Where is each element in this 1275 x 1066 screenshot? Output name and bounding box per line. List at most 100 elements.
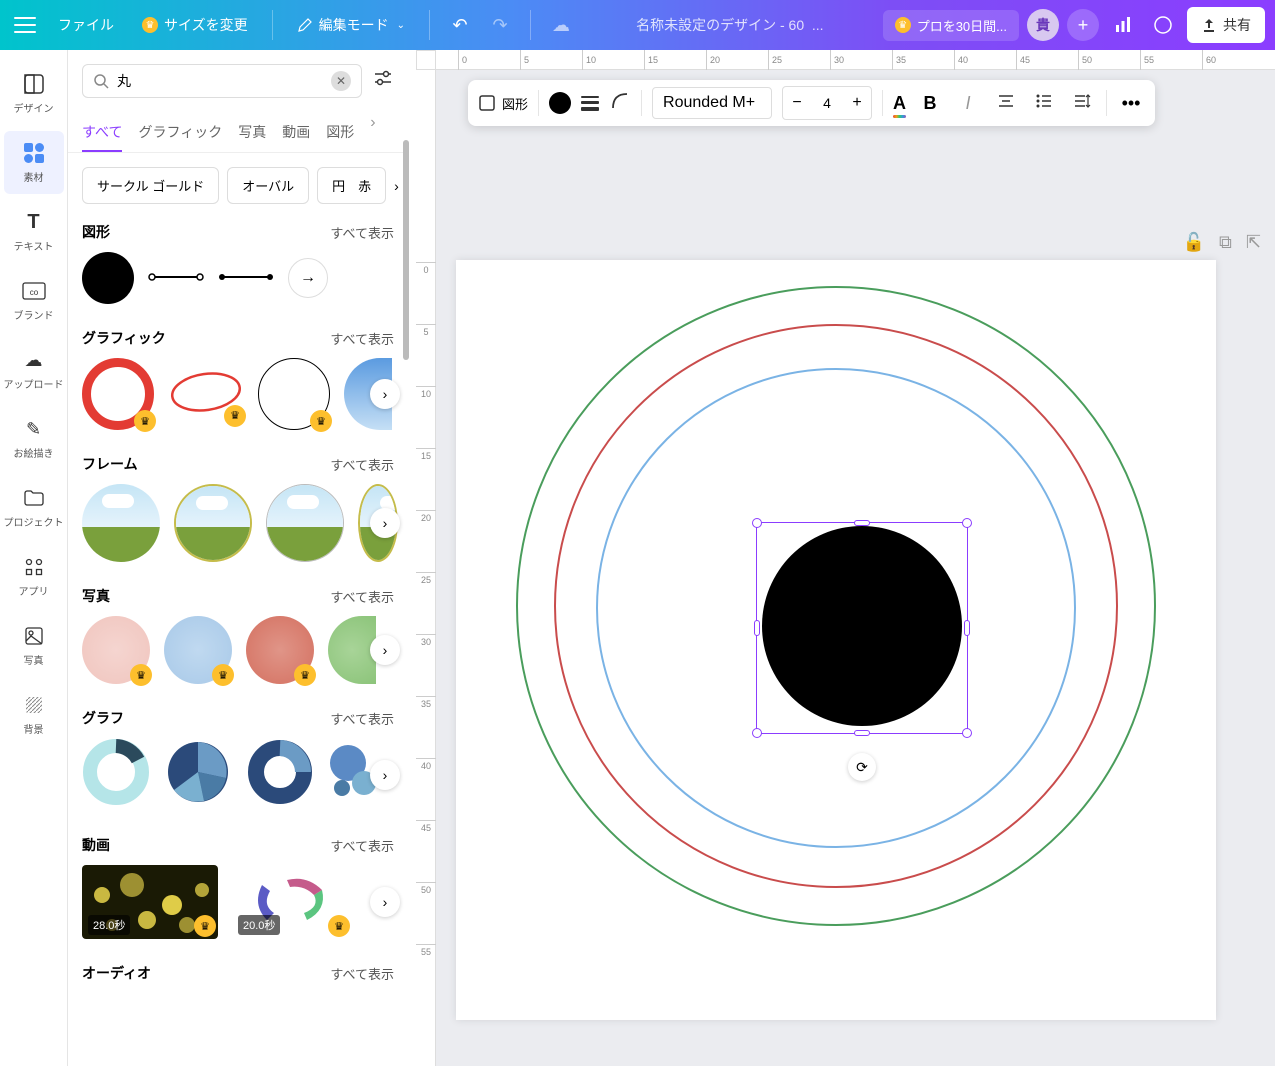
share-button[interactable]: 共有 <box>1187 7 1265 43</box>
lock-icon[interactable]: 🔓 <box>1183 232 1205 253</box>
frame-1[interactable] <box>82 484 160 562</box>
stroke-style-button[interactable] <box>581 96 599 111</box>
clear-button[interactable]: ✕ <box>331 71 351 91</box>
size-plus-button[interactable]: + <box>843 87 871 119</box>
frames-next-icon[interactable]: › <box>370 508 400 538</box>
rail-draw[interactable]: ✎お絵描き <box>4 407 64 470</box>
graphic-red-oval[interactable]: ♛ <box>168 364 244 425</box>
handle-sw[interactable] <box>752 728 762 738</box>
text-color-button[interactable]: A <box>893 93 906 114</box>
video-1[interactable]: 28.0秒 ♛ <box>82 865 218 939</box>
chip-red-circle[interactable]: 円 赤 <box>317 167 386 204</box>
rotate-button[interactable]: ⟳ <box>848 753 876 781</box>
shapes-next-button[interactable]: → <box>288 258 328 298</box>
avatar[interactable]: 貴 <box>1027 9 1059 41</box>
see-all-shapes[interactable]: すべて表示 <box>330 223 394 242</box>
tab-all[interactable]: すべて <box>82 114 122 152</box>
rail-bg[interactable]: 背景 <box>4 683 64 746</box>
photo-green[interactable] <box>328 616 376 684</box>
search-input[interactable] <box>117 73 323 89</box>
tab-photos[interactable]: 写真 <box>238 114 266 152</box>
photos-next-icon[interactable]: › <box>370 635 400 665</box>
pro-trial-button[interactable]: ♛プロを30日間... <box>883 10 1019 41</box>
tabs-next-icon[interactable]: › <box>370 114 375 152</box>
size-value[interactable]: 4 <box>811 95 843 111</box>
file-menu[interactable]: ファイル <box>48 11 124 39</box>
duplicate-icon[interactable]: ⧉ <box>1219 232 1232 253</box>
graph-donut-2[interactable] <box>246 738 314 811</box>
align-button[interactable] <box>992 92 1020 115</box>
shape-type-button[interactable]: 図形 <box>478 94 528 113</box>
graphic-black-outline[interactable]: ♛ <box>258 358 330 430</box>
graph-bubbles[interactable] <box>328 738 376 811</box>
chip-circle-gold[interactable]: サークル ゴールド <box>82 167 219 204</box>
document-title[interactable]: 名称未設定のデザイン - 60 ... <box>585 15 875 35</box>
tab-shapes[interactable]: 図形 <box>326 114 354 152</box>
see-all-graphs[interactable]: すべて表示 <box>330 709 394 728</box>
undo-button[interactable]: ↶ <box>444 9 476 41</box>
bold-button[interactable]: B <box>916 93 944 114</box>
see-all-audio[interactable]: すべて表示 <box>330 964 394 983</box>
rail-design[interactable]: デザイン <box>4 62 64 125</box>
handle-e[interactable] <box>964 620 970 636</box>
graphic-red-ring[interactable]: ♛ <box>82 358 154 430</box>
see-all-videos[interactable]: すべて表示 <box>330 836 394 855</box>
shape-line-1[interactable] <box>148 269 204 287</box>
videos-next-icon[interactable]: › <box>370 887 400 917</box>
edit-mode-menu[interactable]: 編集モード⌄ <box>287 11 415 39</box>
rail-upload[interactable]: ☁アップロード <box>4 338 64 401</box>
export-icon[interactable]: ⇱ <box>1246 232 1261 253</box>
settings-icon[interactable] <box>372 67 394 95</box>
video-2[interactable]: 20.0秒 ♛ <box>232 865 352 939</box>
search-box[interactable]: ✕ <box>82 64 362 98</box>
graph-pie-1[interactable] <box>164 738 232 811</box>
selection-box[interactable]: ⟳ <box>756 522 968 734</box>
handle-se[interactable] <box>962 728 972 738</box>
rail-text[interactable]: Tテキスト <box>4 200 64 263</box>
photo-red[interactable]: ♛ <box>246 616 314 684</box>
shape-circle[interactable] <box>82 252 134 304</box>
canvas-page[interactable]: ⟳ <box>456 260 1216 1020</box>
photo-pink[interactable]: ♛ <box>82 616 150 684</box>
list-button[interactable] <box>1030 92 1058 115</box>
panel-body[interactable]: サークル ゴールド オーバル 円 赤 › 図形すべて表示 → グラフィックすべて… <box>68 153 408 1066</box>
handle-nw[interactable] <box>752 518 762 528</box>
spacing-button[interactable] <box>1068 92 1096 115</box>
graphics-next-icon[interactable]: › <box>370 379 400 409</box>
rail-projects[interactable]: プロジェクト <box>4 476 64 539</box>
size-minus-button[interactable]: − <box>783 87 811 119</box>
rail-elements[interactable]: 素材 <box>4 131 64 194</box>
handle-ne[interactable] <box>962 518 972 528</box>
redo-button[interactable]: ↷ <box>484 9 516 41</box>
chips-next-icon[interactable]: › <box>394 172 399 200</box>
analytics-icon[interactable] <box>1107 9 1139 41</box>
shape-line-2[interactable] <box>218 269 274 287</box>
rail-brand[interactable]: coブランド <box>4 269 64 332</box>
more-button[interactable]: ••• <box>1117 93 1145 114</box>
handle-n[interactable] <box>854 520 870 526</box>
panel-resizer[interactable] <box>408 50 416 1066</box>
graphs-next-icon[interactable]: › <box>370 760 400 790</box>
menu-icon[interactable] <box>10 10 40 40</box>
tab-videos[interactable]: 動画 <box>282 114 310 152</box>
graph-donut-1[interactable] <box>82 738 150 811</box>
handle-w[interactable] <box>754 620 760 636</box>
chip-oval[interactable]: オーバル <box>227 167 309 204</box>
frame-3[interactable] <box>266 484 344 562</box>
tab-graphics[interactable]: グラフィック <box>138 114 222 152</box>
resize-button[interactable]: ♛サイズを変更 <box>132 11 258 39</box>
comment-icon[interactable] <box>1147 9 1179 41</box>
rail-photos[interactable]: 写真 <box>4 614 64 677</box>
see-all-photos[interactable]: すべて表示 <box>330 587 394 606</box>
rail-apps[interactable]: アプリ <box>4 545 64 608</box>
see-all-graphics[interactable]: すべて表示 <box>330 329 394 348</box>
see-all-frames[interactable]: すべて表示 <box>330 455 394 474</box>
fill-color-button[interactable] <box>549 92 571 114</box>
frame-2[interactable] <box>174 484 252 562</box>
corner-style-button[interactable] <box>609 90 631 117</box>
italic-button[interactable]: I <box>954 93 982 114</box>
canvas-area[interactable]: 051015202530354045505560 051015202530354… <box>416 50 1275 1066</box>
photo-blue[interactable]: ♛ <box>164 616 232 684</box>
add-user-button[interactable]: + <box>1067 9 1099 41</box>
handle-s[interactable] <box>854 730 870 736</box>
